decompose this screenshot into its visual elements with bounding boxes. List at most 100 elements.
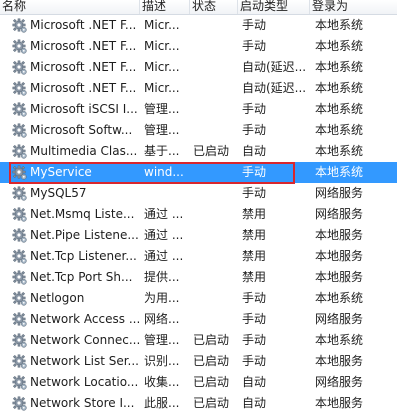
service-status: 已启动 [193, 333, 230, 347]
service-startup-type: 手动 [242, 102, 267, 116]
service-status [193, 15, 239, 36]
service-description: Micr... [144, 81, 180, 95]
service-logon-as: 网络服务 [315, 186, 364, 200]
service-description: wind... [144, 165, 184, 179]
service-description: Micr... [144, 18, 180, 32]
service-row[interactable]: Multimedia Clas... 基于... 已启动 自动 本地系统 [0, 141, 397, 162]
service-startup-type: 手动 [242, 39, 267, 53]
service-name: Net.Msmq Liste... [30, 207, 135, 221]
service-description: 管理... [144, 123, 180, 137]
service-row[interactable]: Network Access ... 网络... 手动 网络服务 [0, 309, 397, 330]
service-status [193, 57, 239, 78]
service-status [193, 99, 239, 120]
service-row[interactable]: Microsoft iSCSI I... 管理... 手动 本地系统 [0, 99, 397, 120]
column-header-name[interactable]: 名称 [0, 0, 140, 14]
service-gear-icon [12, 207, 28, 223]
service-row[interactable]: Microsoft .NET F... Micr... 自动(延迟... 本地系统 [0, 57, 397, 78]
service-row[interactable]: Network Connec... 管理... 已启动 手动 本地系统 [0, 330, 397, 351]
service-description: Micr... [144, 39, 180, 53]
service-row[interactable]: Netlogon 为用... 手动 本地系统 [0, 288, 397, 309]
service-startup-type: 手动 [242, 291, 267, 305]
service-startup-type: 手动 [242, 123, 267, 137]
service-row[interactable]: Network Locatio... 收集... 已启动 自动 网络服务 [0, 372, 397, 393]
service-logon-as: 本地系统 [315, 291, 364, 305]
service-logon-as: 本地系统 [315, 18, 364, 32]
column-header-startup-type[interactable]: 启动类型 [238, 0, 310, 14]
service-row[interactable]: Network Store I... 此服... 已启动 自动 本地服务 [0, 393, 397, 414]
service-row[interactable]: Net.Tcp Listener... 通过 ... 禁用 本地服务 [0, 246, 397, 267]
service-gear-icon [12, 144, 28, 160]
service-row[interactable]: MyService wind... 手动 本地系统 [0, 162, 397, 183]
service-row[interactable]: Net.Pipe Listene... 通过 ... 禁用 本地服务 [0, 225, 397, 246]
service-gear-icon [12, 60, 28, 76]
service-gear-icon [12, 102, 28, 118]
service-description: 管理... [144, 333, 180, 347]
service-startup-type: 手动 [242, 18, 267, 32]
service-name: Network Locatio... [30, 375, 139, 389]
service-description: 通过 ... [144, 207, 184, 221]
service-status [193, 162, 239, 183]
service-status [193, 288, 239, 309]
column-header: 名称 描述 状态 启动类型 登录为 [0, 0, 397, 15]
service-row[interactable]: Net.Tcp Port Sh... 提供... 禁用 本地服务 [0, 267, 397, 288]
service-logon-as: 本地服务 [315, 228, 364, 242]
service-gear-icon [12, 333, 28, 349]
service-row[interactable]: Microsoft Softw... 管理... 手动 本地系统 [0, 120, 397, 141]
service-name: MyService [30, 165, 92, 179]
service-gear-icon [12, 39, 28, 55]
service-name: Microsoft Softw... [30, 123, 133, 137]
service-gear-icon [12, 123, 28, 139]
service-description: 管理... [144, 102, 180, 116]
service-status [193, 267, 239, 288]
service-row[interactable]: Microsoft .NET F... Micr... 手动 本地系统 [0, 15, 397, 36]
service-description: Micr... [144, 60, 180, 74]
service-description: 通过 ... [144, 249, 184, 263]
service-description: 识别... [144, 354, 180, 368]
service-gear-icon [12, 186, 28, 202]
service-logon-as: 本地系统 [315, 102, 364, 116]
service-logon-as: 网络服务 [315, 375, 364, 389]
service-gear-icon [12, 165, 28, 181]
service-startup-type: 自动 [242, 396, 267, 410]
service-startup-type: 手动 [242, 354, 267, 368]
service-row[interactable]: Microsoft .NET F... Micr... 自动(延迟... 本地系统 [0, 78, 397, 99]
service-status: 已启动 [193, 375, 230, 389]
service-name: Network List Ser... [30, 354, 139, 368]
service-logon-as: 本地系统 [315, 144, 364, 158]
service-name: Net.Pipe Listene... [30, 228, 139, 242]
service-row[interactable]: Net.Msmq Liste... 通过 ... 禁用 网络服务 [0, 204, 397, 225]
service-logon-as: 本地服务 [315, 354, 364, 368]
service-row[interactable]: Microsoft .NET F... Micr... 手动 本地系统 [0, 36, 397, 57]
service-startup-type: 手动 [242, 312, 267, 326]
service-description: 提供... [144, 270, 180, 284]
service-startup-type: 自动 [242, 144, 267, 158]
service-status: 已启动 [193, 144, 230, 158]
service-startup-type: 自动(延迟... [242, 81, 307, 95]
service-gear-icon [12, 81, 28, 97]
service-description [144, 183, 190, 204]
column-header-status[interactable]: 状态 [190, 0, 238, 14]
service-name: Microsoft .NET F... [30, 39, 137, 53]
service-status [193, 78, 239, 99]
service-startup-type: 禁用 [242, 249, 267, 263]
service-name: Network Store I... [30, 396, 135, 410]
service-description: 基于... [144, 144, 180, 158]
service-startup-type: 自动(延迟... [242, 60, 307, 74]
service-gear-icon [12, 375, 28, 391]
column-header-logon-as[interactable]: 登录为 [310, 0, 397, 14]
service-logon-as: 本地系统 [315, 81, 364, 95]
column-header-description[interactable]: 描述 [140, 0, 190, 14]
service-row[interactable]: Network List Ser... 识别... 已启动 手动 本地服务 [0, 351, 397, 372]
service-startup-type: 手动 [242, 186, 267, 200]
service-row[interactable]: MySQL57 手动 网络服务 [0, 183, 397, 204]
service-status [193, 246, 239, 267]
service-logon-as: 本地系统 [315, 333, 364, 347]
service-startup-type: 禁用 [242, 228, 267, 242]
service-description: 网络... [144, 312, 180, 326]
service-name: Net.Tcp Port Sh... [30, 270, 133, 284]
service-description: 通过 ... [144, 228, 184, 242]
service-name: Netlogon [30, 291, 85, 305]
service-startup-type: 禁用 [242, 270, 267, 284]
service-startup-type: 禁用 [242, 207, 267, 221]
service-name: MySQL57 [30, 186, 87, 200]
